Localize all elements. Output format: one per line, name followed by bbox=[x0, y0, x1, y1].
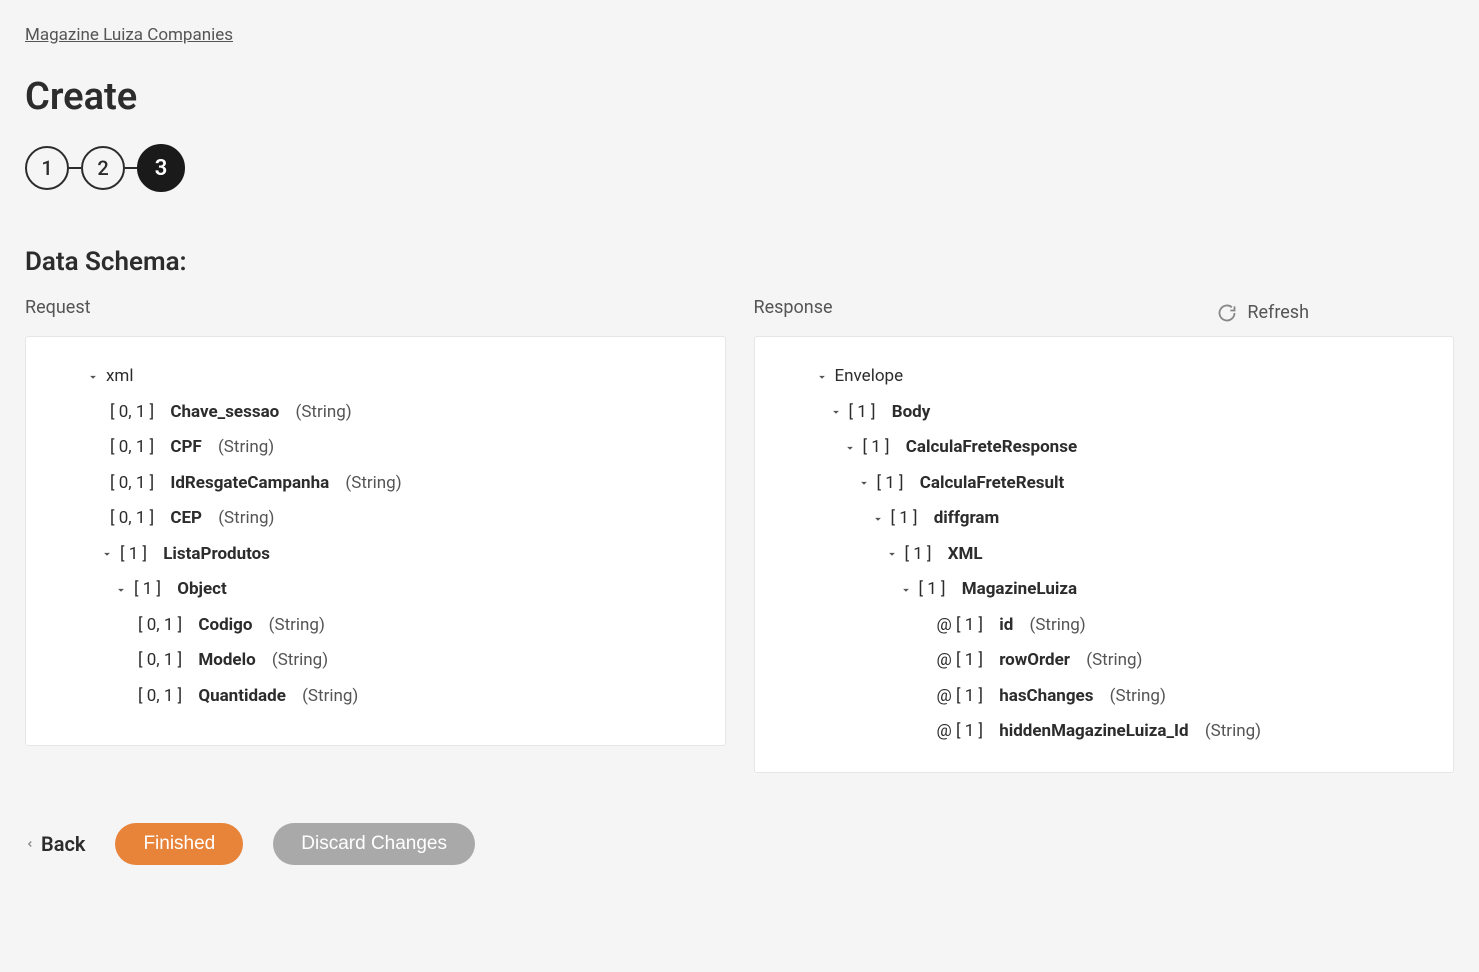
tree-leaf[interactable]: @ [ 1 ] hiddenMagazineLuiza_Id (String) bbox=[775, 714, 1434, 750]
chevron-left-icon bbox=[25, 839, 35, 849]
tree-node[interactable]: [ 1 ] diffgram bbox=[775, 501, 1434, 537]
tree-node[interactable]: [ 1 ] CalculaFreteResult bbox=[775, 466, 1434, 502]
step-3[interactable]: 3 bbox=[137, 144, 185, 192]
tree-node[interactable]: [ 1 ] ListaProdutos bbox=[46, 537, 705, 573]
chevron-down-icon bbox=[899, 583, 913, 597]
response-header: Response bbox=[754, 297, 1455, 318]
chevron-down-icon bbox=[86, 370, 100, 384]
tree-node[interactable]: [ 1 ] MagazineLuiza bbox=[775, 572, 1434, 608]
chevron-down-icon bbox=[885, 547, 899, 561]
step-connector bbox=[125, 167, 137, 169]
finished-button[interactable]: Finished bbox=[115, 823, 243, 865]
tree-node-root[interactable]: xml bbox=[46, 359, 705, 395]
back-button[interactable]: Back bbox=[25, 832, 85, 856]
tree-node[interactable]: [ 1 ] Body bbox=[775, 395, 1434, 431]
section-title: Data Schema: bbox=[25, 247, 1454, 277]
chevron-down-icon bbox=[843, 441, 857, 455]
tree-leaf[interactable]: [ 0, 1 ] Modelo (String) bbox=[46, 643, 705, 679]
chevron-down-icon bbox=[829, 405, 843, 419]
tree-leaf[interactable]: @ [ 1 ] id (String) bbox=[775, 608, 1434, 644]
discard-button[interactable]: Discard Changes bbox=[273, 823, 475, 865]
request-panel: xml [ 0, 1 ] Chave_sessao (String) [ 0, … bbox=[25, 336, 726, 746]
tree-node-root[interactable]: Envelope bbox=[775, 359, 1434, 395]
tree-leaf[interactable]: [ 0, 1 ] CEP (String) bbox=[46, 501, 705, 537]
stepper: 1 2 3 bbox=[25, 144, 1454, 192]
tree-leaf[interactable]: [ 0, 1 ] Codigo (String) bbox=[46, 608, 705, 644]
tree-node[interactable]: [ 1 ] CalculaFreteResponse bbox=[775, 430, 1434, 466]
chevron-down-icon bbox=[114, 583, 128, 597]
tree-leaf[interactable]: @ [ 1 ] rowOrder (String) bbox=[775, 643, 1434, 679]
step-1[interactable]: 1 bbox=[25, 146, 69, 190]
chevron-down-icon bbox=[857, 476, 871, 490]
tree-node[interactable]: [ 1 ] Object bbox=[46, 572, 705, 608]
tree-leaf[interactable]: [ 0, 1 ] Chave_sessao (String) bbox=[46, 395, 705, 431]
chevron-down-icon bbox=[100, 547, 114, 561]
chevron-down-icon bbox=[871, 512, 885, 526]
response-panel: Envelope [ 1 ] Body [ 1 ] CalculaFreteRe… bbox=[754, 336, 1455, 773]
tree-leaf[interactable]: [ 0, 1 ] IdResgateCampanha (String) bbox=[46, 466, 705, 502]
step-2[interactable]: 2 bbox=[81, 146, 125, 190]
tree-leaf[interactable]: [ 0, 1 ] Quantidade (String) bbox=[46, 679, 705, 715]
chevron-down-icon bbox=[815, 370, 829, 384]
tree-leaf[interactable]: [ 0, 1 ] CPF (String) bbox=[46, 430, 705, 466]
tree-node[interactable]: [ 1 ] XML bbox=[775, 537, 1434, 573]
page-title: Create bbox=[25, 75, 1454, 119]
breadcrumb[interactable]: Magazine Luiza Companies bbox=[25, 25, 233, 45]
step-connector bbox=[69, 167, 81, 169]
tree-leaf[interactable]: @ [ 1 ] hasChanges (String) bbox=[775, 679, 1434, 715]
request-header: Request bbox=[25, 297, 726, 318]
